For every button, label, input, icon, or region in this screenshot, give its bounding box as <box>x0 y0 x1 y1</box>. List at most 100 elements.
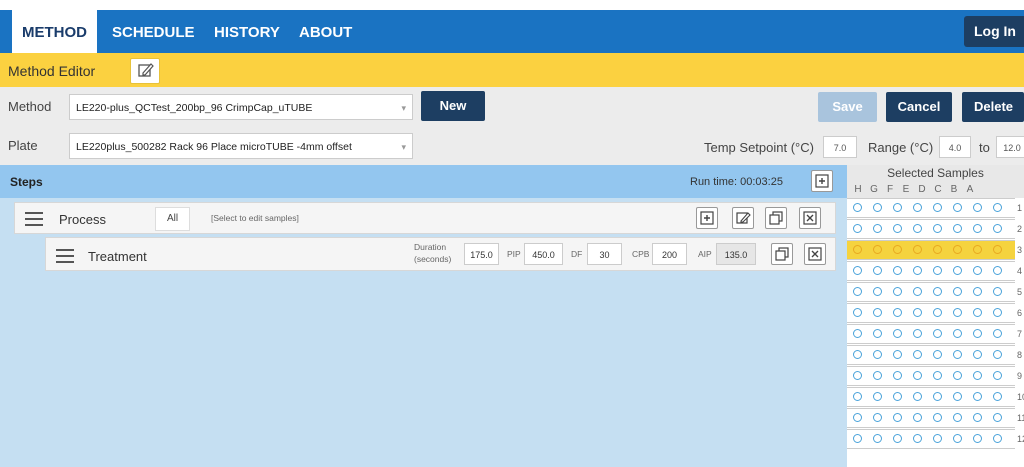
sample-well[interactable] <box>913 392 922 401</box>
sample-column-header[interactable]: G <box>867 184 881 195</box>
sample-well[interactable] <box>933 245 942 254</box>
sample-well[interactable] <box>973 371 982 380</box>
sample-row[interactable] <box>847 198 1015 218</box>
sample-well[interactable] <box>873 413 882 422</box>
sample-well[interactable] <box>973 287 982 296</box>
sample-well[interactable] <box>893 350 902 359</box>
sample-well[interactable] <box>873 266 882 275</box>
sample-well[interactable] <box>893 266 902 275</box>
sample-well[interactable] <box>933 371 942 380</box>
sample-column-header[interactable]: H <box>851 184 865 195</box>
sample-well[interactable] <box>873 371 882 380</box>
sample-well[interactable] <box>853 203 862 212</box>
sample-well[interactable] <box>913 350 922 359</box>
sample-well[interactable] <box>873 287 882 296</box>
sample-row[interactable] <box>847 408 1015 428</box>
sample-row[interactable] <box>847 366 1015 386</box>
sample-well[interactable] <box>913 434 922 443</box>
sample-well[interactable] <box>973 329 982 338</box>
duration-input[interactable]: 175.0 <box>464 243 499 265</box>
sample-well[interactable] <box>913 287 922 296</box>
delete-button[interactable]: Delete <box>962 92 1024 122</box>
sample-well[interactable] <box>973 392 982 401</box>
tab-history[interactable]: HISTORY <box>214 10 280 53</box>
sample-well[interactable] <box>973 350 982 359</box>
sample-well[interactable] <box>913 224 922 233</box>
process-row[interactable]: Process All [Select to edit samples] <box>14 202 836 234</box>
pip-input[interactable]: 450.0 <box>524 243 563 265</box>
edit-method-button[interactable] <box>130 58 160 84</box>
sample-row[interactable] <box>847 219 1015 239</box>
range-min-input[interactable]: 4.0 <box>939 136 971 158</box>
sample-well[interactable] <box>853 245 862 254</box>
treatment-row[interactable]: Treatment Duration (seconds) 175.0 PIP 4… <box>45 237 836 271</box>
sample-well[interactable] <box>893 434 902 443</box>
sample-well[interactable] <box>953 434 962 443</box>
sample-well[interactable] <box>913 329 922 338</box>
plate-select[interactable]: LE220plus_500282 Rack 96 Place microTUBE… <box>69 133 413 159</box>
sample-well[interactable] <box>873 392 882 401</box>
sample-well[interactable] <box>913 371 922 380</box>
sample-column-header[interactable]: B <box>947 184 961 195</box>
sample-well[interactable] <box>953 413 962 422</box>
sample-well[interactable] <box>933 308 942 317</box>
sample-well[interactable] <box>993 203 1002 212</box>
delete-process-button[interactable] <box>799 207 821 229</box>
sample-well[interactable] <box>953 371 962 380</box>
sample-well[interactable] <box>893 329 902 338</box>
sample-column-header[interactable]: A <box>963 184 977 195</box>
sample-well[interactable] <box>933 224 942 233</box>
sample-well[interactable] <box>953 266 962 275</box>
copy-process-button[interactable] <box>765 207 787 229</box>
sample-well[interactable] <box>873 350 882 359</box>
sample-well[interactable] <box>953 308 962 317</box>
sample-well[interactable] <box>953 392 962 401</box>
sample-well[interactable] <box>933 413 942 422</box>
drag-handle-icon[interactable] <box>25 212 43 226</box>
sample-row[interactable] <box>847 324 1015 344</box>
sample-well[interactable] <box>933 287 942 296</box>
sample-row[interactable] <box>847 303 1015 323</box>
sample-well[interactable] <box>853 308 862 317</box>
sample-well[interactable] <box>993 224 1002 233</box>
sample-row[interactable] <box>847 345 1015 365</box>
sample-well[interactable] <box>873 308 882 317</box>
tab-schedule[interactable]: SCHEDULE <box>112 10 195 53</box>
sample-well[interactable] <box>933 266 942 275</box>
sample-well[interactable] <box>853 371 862 380</box>
sample-well[interactable] <box>973 308 982 317</box>
select-samples-hint[interactable]: [Select to edit samples] <box>211 213 299 223</box>
sample-well[interactable] <box>913 308 922 317</box>
sample-row[interactable] <box>847 261 1015 281</box>
sample-well[interactable] <box>993 413 1002 422</box>
sample-well[interactable] <box>973 434 982 443</box>
tab-method[interactable]: METHOD <box>12 10 97 53</box>
sample-well[interactable] <box>933 350 942 359</box>
sample-row[interactable] <box>847 429 1015 449</box>
copy-treatment-button[interactable] <box>771 243 793 265</box>
sample-well[interactable] <box>993 245 1002 254</box>
sample-well[interactable] <box>913 266 922 275</box>
new-button[interactable]: New <box>421 91 485 121</box>
sample-well[interactable] <box>973 203 982 212</box>
add-substep-button[interactable] <box>696 207 718 229</box>
sample-row[interactable] <box>847 240 1015 260</box>
sample-well[interactable] <box>913 413 922 422</box>
sample-well[interactable] <box>993 266 1002 275</box>
sample-well[interactable] <box>973 245 982 254</box>
sample-well[interactable] <box>993 287 1002 296</box>
sample-well[interactable] <box>873 203 882 212</box>
sample-well[interactable] <box>953 245 962 254</box>
sample-well[interactable] <box>853 350 862 359</box>
sample-well[interactable] <box>873 245 882 254</box>
sample-well[interactable] <box>893 245 902 254</box>
sample-column-header[interactable]: F <box>883 184 897 195</box>
drag-handle-icon[interactable] <box>56 249 74 263</box>
sample-column-header[interactable]: E <box>899 184 913 195</box>
sample-well[interactable] <box>853 392 862 401</box>
sample-well[interactable] <box>953 287 962 296</box>
sample-well[interactable] <box>933 434 942 443</box>
sample-well[interactable] <box>893 308 902 317</box>
save-button[interactable]: Save <box>818 92 877 122</box>
sample-well[interactable] <box>893 392 902 401</box>
